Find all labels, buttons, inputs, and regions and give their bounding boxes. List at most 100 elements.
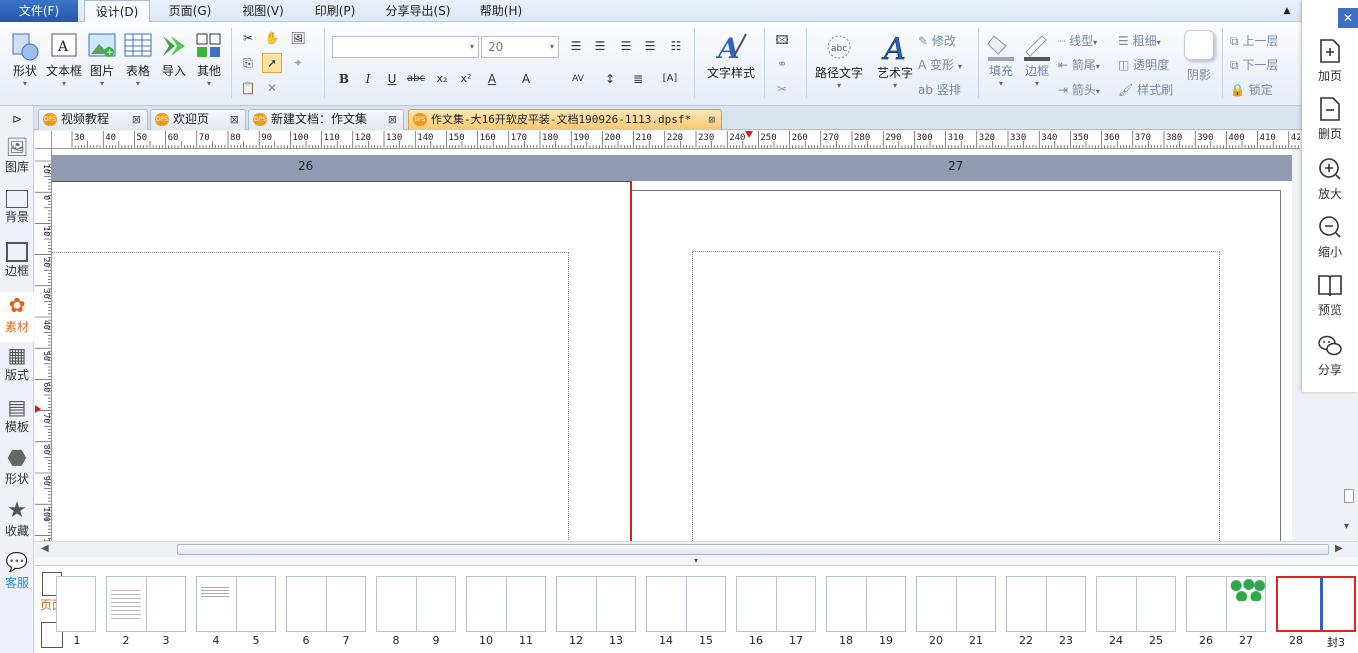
thickness-button[interactable]: ☰ 粗细▾ [1118, 32, 1161, 49]
transform-button[interactable]: A 变形 ▾ [918, 56, 962, 73]
strikethrough-icon[interactable]: abc [406, 69, 426, 89]
sidebar-item-template[interactable]: ▤ 模板 [0, 396, 34, 435]
close-tab-icon[interactable]: ⊠ [388, 110, 397, 129]
align-right-icon[interactable]: ☰ [616, 36, 636, 56]
underline-icon[interactable]: U [382, 69, 402, 89]
layer-down-button[interactable]: ⧉ 下一层 [1230, 56, 1278, 73]
char-spacing-icon[interactable]: AV [568, 69, 588, 89]
thumbnail-spread[interactable] [286, 576, 366, 632]
path-text-button[interactable]: abc 路径文字 ▾ [812, 30, 866, 90]
font-color-icon[interactable]: A [482, 69, 502, 89]
sidebar-item-layout[interactable]: ▦ 版式 [0, 344, 34, 383]
highlight-icon[interactable]: A [516, 69, 536, 89]
sidebar-item-customer-service[interactable]: 💬 客服 [0, 552, 34, 591]
layer-up-button[interactable]: ⧉ 上一层 [1230, 32, 1278, 49]
page-right[interactable] [632, 181, 1292, 541]
close-tab-icon[interactable]: ⊠ [132, 110, 141, 129]
tab-new-document[interactable]: DPS 新建文档：作文集 ⊠ [248, 109, 404, 130]
line-spacing-icon[interactable]: ↕ [600, 69, 620, 89]
thumbnail-spread[interactable] [376, 576, 456, 632]
scroll-left-arrow-icon[interactable]: ◀ [41, 543, 49, 554]
thumbnail-spread[interactable] [556, 576, 636, 632]
sidebar-item-favorites[interactable]: ★ 收藏 [0, 500, 34, 539]
magic-wand-icon[interactable]: ✦ [288, 53, 308, 73]
sidebar-item-border[interactable]: 边框 [0, 242, 34, 279]
close-panel-icon[interactable]: ✕ [1338, 8, 1358, 28]
superscript-icon[interactable]: x² [456, 69, 476, 89]
page-canvas[interactable]: 26 27 [52, 149, 1292, 541]
copy-icon[interactable]: ⎘ [238, 53, 258, 73]
menu-page[interactable]: 页面(G) [158, 0, 222, 22]
thumbnail-spread[interactable] [466, 576, 546, 632]
vertical-text-button[interactable]: ab 竖排 [918, 81, 961, 98]
sidebar-item-gallery[interactable]: 🖼 图库 [0, 138, 34, 175]
table-button[interactable]: 表格 ▾ [120, 30, 156, 88]
close-tab-icon[interactable]: ⊠ [230, 110, 239, 129]
shape-button[interactable]: 形状 ▾ [8, 30, 42, 88]
align-distribute-icon[interactable]: ☷ [666, 36, 686, 56]
font-family-select[interactable]: ▾ [332, 36, 479, 58]
thumbs-collapse-icon[interactable]: ▾ [694, 556, 698, 565]
menu-view[interactable]: 视图(V) [232, 0, 294, 22]
scroll-thumb[interactable] [177, 544, 1329, 555]
lock-button[interactable]: 🔒 锁定 [1230, 81, 1273, 98]
horizontal-scrollbar[interactable]: ◀ ▶ [35, 541, 1358, 557]
arrow-tail-button[interactable]: ⇤ 箭尾▾ [1058, 56, 1100, 73]
textbox-button[interactable]: A 文本框 ▾ [44, 30, 84, 88]
menu-help[interactable]: 帮助(H) [470, 0, 532, 22]
shadow-button[interactable]: 阴影 [1182, 30, 1216, 83]
italic-icon[interactable]: I [358, 69, 378, 89]
thumbnail-spread[interactable] [1186, 576, 1266, 632]
import-button[interactable]: 导入 [158, 30, 190, 79]
thumbnail-spread[interactable] [1276, 576, 1356, 632]
collapse-ribbon-icon[interactable]: ▲ [1278, 0, 1296, 22]
thumbnail-spread[interactable] [916, 576, 996, 632]
sidebar-expand-icon[interactable]: ⊳ [0, 112, 34, 126]
hand-icon[interactable]: ✋ [262, 28, 282, 48]
image-edit-icon[interactable]: 🖼 [288, 28, 308, 48]
scroll-down-arrow-icon[interactable]: ▾ [1344, 521, 1349, 532]
menu-print[interactable]: 印刷(P) [304, 0, 366, 22]
tab-welcome[interactable]: DPS 欢迎页 ⊠ [150, 109, 246, 130]
thumbnail-spread[interactable] [826, 576, 906, 632]
align-center-icon[interactable]: ☰ [590, 36, 610, 56]
thumbnail-spread[interactable] [1096, 576, 1176, 632]
delete-page-button[interactable]: 删页 [1302, 96, 1358, 142]
scroll-right-arrow-icon[interactable]: ▶ [1335, 543, 1343, 554]
thumbnail-spread[interactable] [106, 576, 186, 632]
close-tab-icon[interactable]: ⊠ [708, 110, 715, 129]
sidebar-item-shape[interactable]: ⬣ 形状 [0, 448, 34, 487]
border-button[interactable]: 边框 ▾ [1020, 30, 1054, 88]
thumbnail-page[interactable] [56, 576, 96, 632]
modify-button[interactable]: ✎ 修改 [918, 32, 956, 49]
share-button[interactable]: 分享 [1302, 334, 1358, 378]
art-text-button[interactable]: A 艺术字 ▾ [872, 30, 918, 90]
subscript-icon[interactable]: x₂ [432, 69, 452, 89]
sidebar-item-background[interactable]: 背景 [0, 190, 34, 225]
tab-active-document[interactable]: DPS 作文集-大16开软皮平装-文档190926-1113.dpsf* ⊠ [408, 109, 722, 130]
menu-design[interactable]: 设计(D) [84, 0, 150, 23]
tab-video-tutorial[interactable]: DPS 视频教程 ⊠ [38, 109, 148, 130]
bold-icon[interactable]: B [334, 69, 354, 89]
menu-share-export[interactable]: 分享导出(S) [376, 0, 460, 22]
align-left-icon[interactable]: ☰ [566, 36, 586, 56]
text-style-button[interactable]: A 文字样式 [702, 30, 760, 81]
paragraph-icon[interactable]: ≣ [628, 69, 648, 89]
other-button[interactable]: 其他 ▾ [192, 30, 226, 88]
thumbnail-spread[interactable] [1006, 576, 1086, 632]
menu-file[interactable]: 文件(F) [0, 0, 78, 22]
delete-icon[interactable]: ✕ [262, 78, 282, 98]
image-button[interactable]: + 图片 ▾ [86, 30, 118, 88]
link-icon[interactable]: ⚭ [772, 54, 792, 74]
preview-button[interactable]: 预览 [1302, 272, 1358, 318]
opacity-button[interactable]: ◫ 透明度 [1118, 56, 1169, 73]
select-pointer-icon[interactable]: ➚ [262, 53, 282, 73]
thumbnail-spread[interactable] [196, 576, 276, 632]
thumbnail-spread[interactable] [736, 576, 816, 632]
picture-frame-icon[interactable]: 🖾 [772, 30, 792, 50]
fill-button[interactable]: 填充 ▾ [984, 30, 1018, 88]
sidebar-item-material[interactable]: ✿ 素材 [0, 292, 34, 342]
thumbnail-spread[interactable] [646, 576, 726, 632]
zoom-in-button[interactable]: 放大 [1302, 156, 1358, 202]
text-frame-icon[interactable]: [A] [660, 69, 680, 89]
